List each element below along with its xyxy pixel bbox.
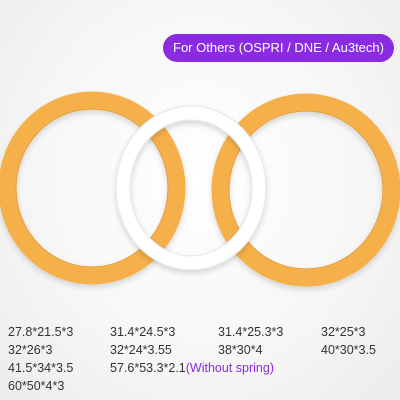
size-item: 32*24*3.55: [110, 343, 172, 357]
size-item: 32*26*3: [8, 343, 53, 357]
size-item: 27.8*21.5*3: [8, 325, 74, 339]
size-item: 32*25*3: [321, 325, 366, 339]
size-item: 41.5*34*3.5: [8, 361, 74, 375]
without-spring-note: (Without spring): [185, 361, 274, 375]
size-item-without-spring: 57.6*53.3*2.1(Without spring): [110, 359, 274, 377]
size-item: 60*50*4*3: [8, 379, 65, 393]
size-value: 57.6*53.3*2.1: [110, 361, 186, 375]
white-ring-center: [115, 105, 267, 271]
size-item: 38*30*4: [218, 343, 263, 357]
size-item: 40*30*3.5: [321, 343, 376, 357]
orange-ring-right: [211, 93, 400, 287]
size-item: 31.4*25.3*3: [218, 325, 284, 339]
size-item: 31.4*24.5*3: [110, 325, 176, 339]
